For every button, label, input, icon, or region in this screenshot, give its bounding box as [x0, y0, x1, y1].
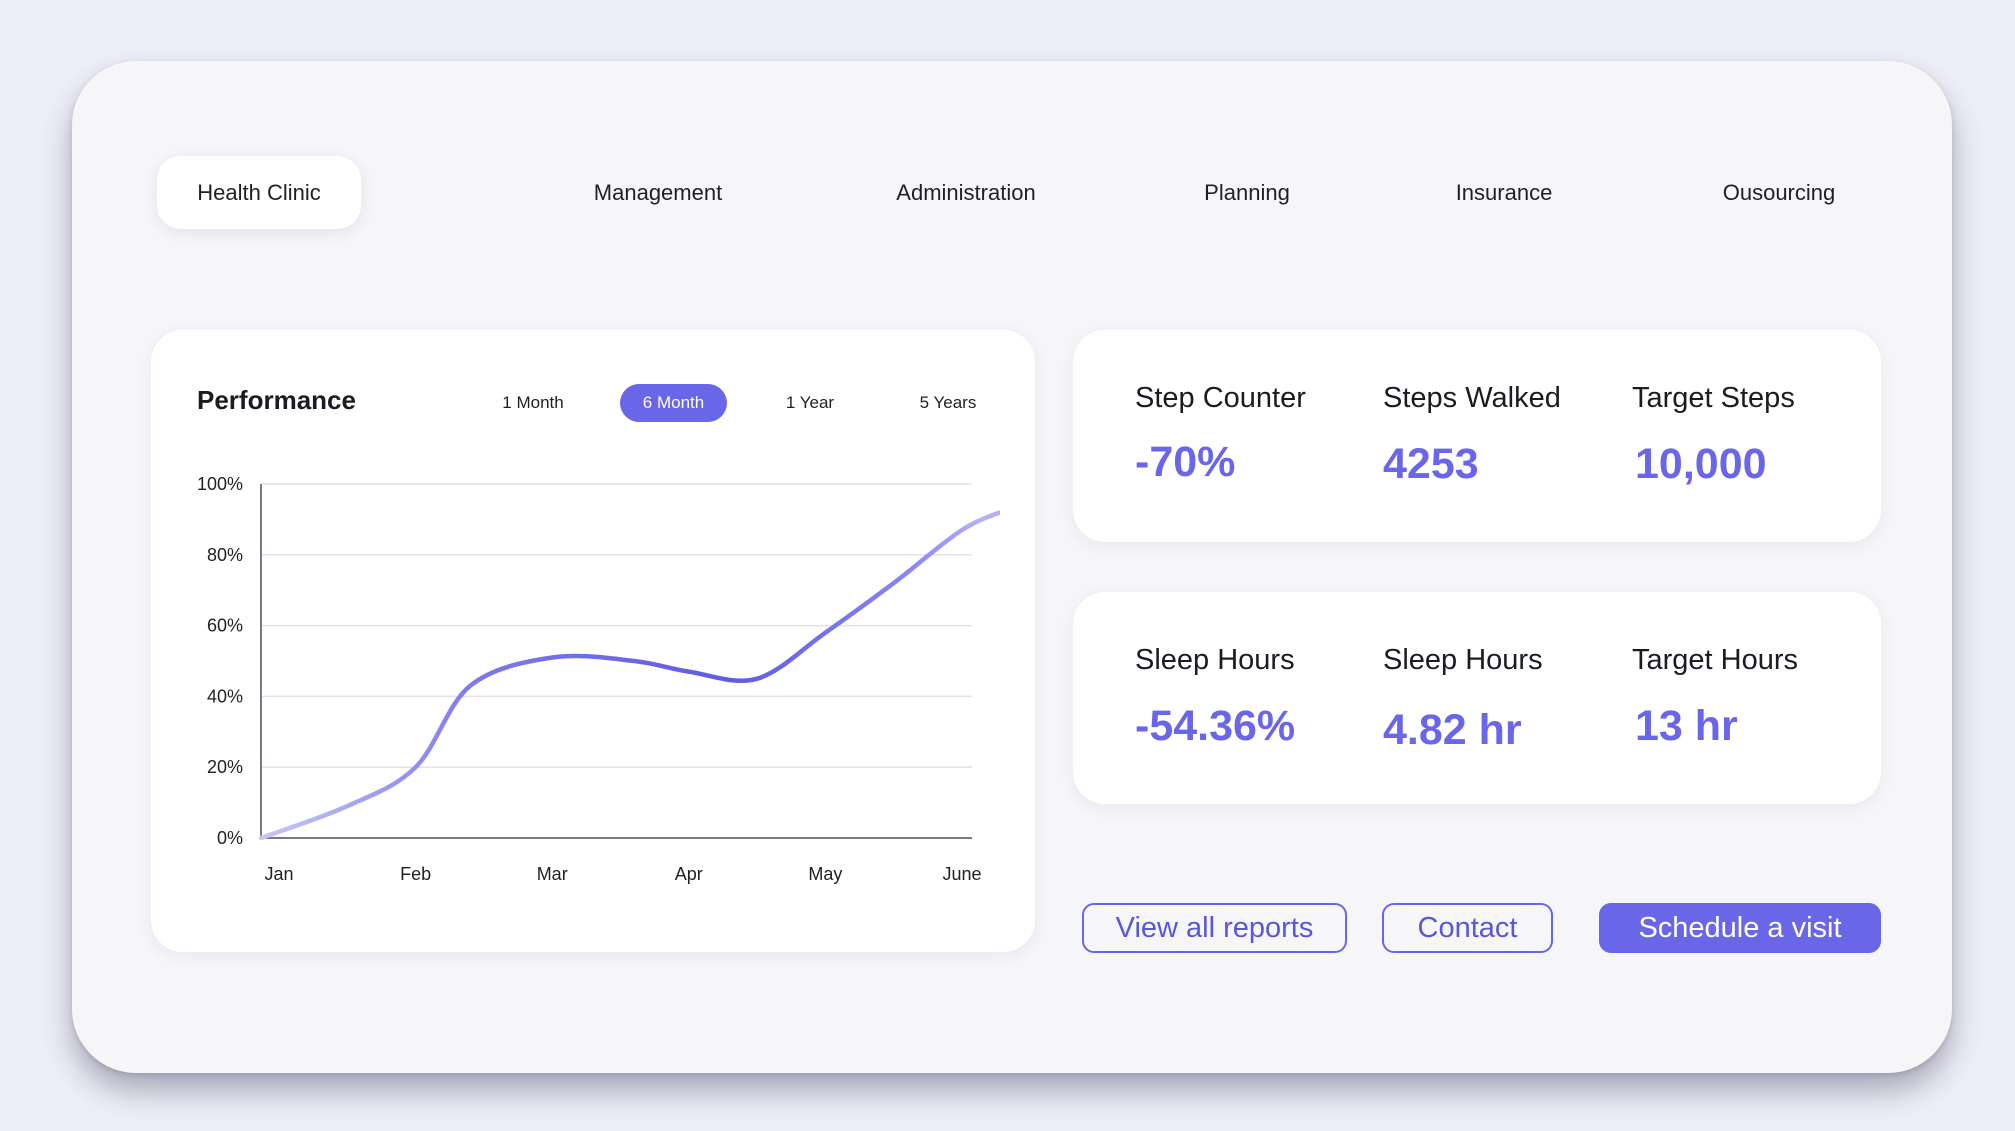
x-axis-ticks: Jan Feb Mar Apr May June — [264, 864, 981, 884]
range-6-month[interactable]: 6 Month — [620, 384, 727, 422]
nav-item-management[interactable]: Management — [560, 156, 756, 229]
performance-line-chart: 0% 20% 40% 60% 80% 100% Jan Feb Mar Apr May June — [197, 474, 1000, 884]
x-tick-label: Feb — [400, 864, 431, 884]
schedule-visit-button[interactable]: Schedule a visit — [1599, 903, 1881, 953]
step-counter-value: -70% — [1135, 438, 1236, 486]
steps-card — [1073, 330, 1881, 542]
sleep-hours-label: Sleep Hours — [1383, 644, 1543, 676]
range-1-year[interactable]: 1 Year — [760, 384, 860, 422]
view-all-reports-button[interactable]: View all reports — [1082, 903, 1347, 953]
performance-series-line — [258, 510, 1000, 841]
y-tick-label: 80% — [207, 545, 243, 565]
nav-item-administration[interactable]: Administration — [870, 156, 1062, 229]
range-1-month[interactable]: 1 Month — [482, 384, 584, 422]
nav-item-insurance[interactable]: Insurance — [1420, 156, 1588, 229]
x-tick-label: Jan — [264, 864, 293, 884]
y-tick-label: 0% — [217, 828, 243, 848]
steps-walked-label: Steps Walked — [1383, 382, 1561, 414]
steps-walked-value: 4253 — [1383, 440, 1479, 488]
range-5-years[interactable]: 5 Years — [893, 384, 1003, 422]
y-tick-label: 40% — [207, 686, 243, 706]
sleep-card — [1073, 592, 1881, 804]
y-tick-label: 100% — [197, 474, 243, 494]
chart-gridlines — [261, 483, 972, 768]
performance-title: Performance — [197, 385, 356, 415]
target-hours-value: 13 hr — [1635, 702, 1738, 750]
target-steps-value: 10,000 — [1635, 440, 1767, 488]
x-tick-label: Mar — [537, 864, 568, 884]
nav-item-health-clinic[interactable]: Health Clinic — [157, 156, 361, 229]
target-hours-label: Target Hours — [1632, 644, 1799, 676]
nav-item-planning[interactable]: Planning — [1166, 156, 1328, 229]
x-tick-label: June — [942, 864, 981, 884]
step-counter-label: Step Counter — [1135, 382, 1306, 414]
y-axis-ticks: 0% 20% 40% 60% 80% 100% — [197, 474, 243, 848]
x-tick-label: May — [808, 864, 842, 884]
y-tick-label: 20% — [207, 757, 243, 777]
sleep-hours-change-value: -54.36% — [1135, 702, 1296, 750]
target-steps-label: Target Steps — [1632, 382, 1795, 414]
y-tick-label: 60% — [207, 616, 243, 636]
nav-item-ousourcing[interactable]: Ousourcing — [1692, 156, 1866, 229]
x-tick-label: Apr — [675, 864, 703, 884]
contact-button[interactable]: Contact — [1382, 903, 1553, 953]
sleep-hours-value: 4.82 hr — [1383, 706, 1522, 754]
sleep-hours-change-label: Sleep Hours — [1135, 644, 1295, 676]
